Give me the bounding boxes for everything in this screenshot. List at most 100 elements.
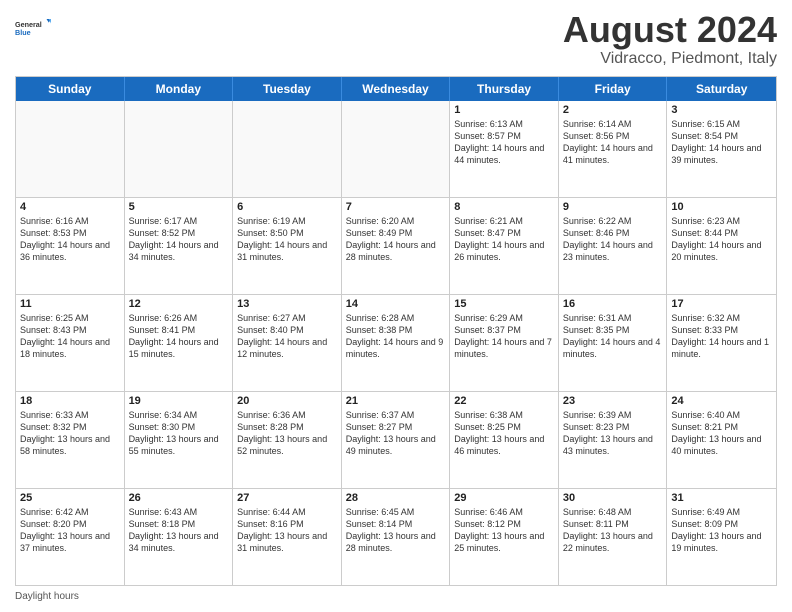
day-number-1: 1 (454, 104, 554, 116)
day-number-7: 7 (346, 201, 446, 213)
header-tuesday: Tuesday (233, 77, 342, 101)
day-number-10: 10 (671, 201, 772, 213)
day-cell-11: 11 Sunrise: 6:25 AM Sunset: 8:43 PM Dayli… (16, 295, 125, 391)
day-info-13: Sunrise: 6:27 AM Sunset: 8:40 PM Dayligh… (237, 312, 337, 361)
day-info-1: Sunrise: 6:13 AM Sunset: 8:57 PM Dayligh… (454, 118, 554, 167)
day-cell-27: 27 Sunrise: 6:44 AM Sunset: 8:16 PM Dayli… (233, 489, 342, 585)
day-info-31: Sunrise: 6:49 AM Sunset: 8:09 PM Dayligh… (671, 506, 772, 555)
header-friday: Friday (559, 77, 668, 101)
day-number-23: 23 (563, 395, 663, 407)
day-info-29: Sunrise: 6:46 AM Sunset: 8:12 PM Dayligh… (454, 506, 554, 555)
day-info-12: Sunrise: 6:26 AM Sunset: 8:41 PM Dayligh… (129, 312, 229, 361)
day-number-3: 3 (671, 104, 772, 116)
day-number-21: 21 (346, 395, 446, 407)
day-info-10: Sunrise: 6:23 AM Sunset: 8:44 PM Dayligh… (671, 215, 772, 264)
day-number-26: 26 (129, 492, 229, 504)
day-info-14: Sunrise: 6:28 AM Sunset: 8:38 PM Dayligh… (346, 312, 446, 361)
day-info-4: Sunrise: 6:16 AM Sunset: 8:53 PM Dayligh… (20, 215, 120, 264)
header-saturday: Saturday (667, 77, 776, 101)
day-cell-4: 4Sunrise: 6:16 AM Sunset: 8:53 PM Daylig… (16, 198, 125, 294)
day-number-29: 29 (454, 492, 554, 504)
day-cell-19: 19 Sunrise: 6:34 AM Sunset: 8:30 PM Dayli… (125, 392, 234, 488)
day-number-14: 14 (346, 298, 446, 310)
page: General Blue August 2024 Vidracco, Piedm… (0, 0, 792, 612)
svg-text:General: General (15, 20, 42, 29)
header: General Blue August 2024 Vidracco, Piedm… (15, 10, 777, 68)
calendar-week-3: 11 Sunrise: 6:25 AM Sunset: 8:43 PM Dayli… (16, 294, 776, 391)
day-cell-9: 9 Sunrise: 6:22 AM Sunset: 8:46 PM Daylig… (559, 198, 668, 294)
day-cell-5: 5Sunrise: 6:17 AM Sunset: 8:52 PM Daylig… (125, 198, 234, 294)
day-info-2: Sunrise: 6:14 AM Sunset: 8:56 PM Dayligh… (563, 118, 663, 167)
day-info-28: Sunrise: 6:45 AM Sunset: 8:14 PM Dayligh… (346, 506, 446, 555)
day-info-5: Sunrise: 6:17 AM Sunset: 8:52 PM Dayligh… (129, 215, 229, 264)
day-info-21: Sunrise: 6:37 AM Sunset: 8:27 PM Dayligh… (346, 409, 446, 458)
day-info-27: Sunrise: 6:44 AM Sunset: 8:16 PM Dayligh… (237, 506, 337, 555)
day-info-25: Sunrise: 6:42 AM Sunset: 8:20 PM Dayligh… (20, 506, 120, 555)
day-info-7: Sunrise: 6:20 AM Sunset: 8:49 PM Dayligh… (346, 215, 446, 264)
day-cell-23: 23 Sunrise: 6:39 AM Sunset: 8:23 PM Dayli… (559, 392, 668, 488)
day-number-19: 19 (129, 395, 229, 407)
day-number-27: 27 (237, 492, 337, 504)
day-cell-14: 14 Sunrise: 6:28 AM Sunset: 8:38 PM Dayli… (342, 295, 451, 391)
day-info-26: Sunrise: 6:43 AM Sunset: 8:18 PM Dayligh… (129, 506, 229, 555)
day-cell-12: 12 Sunrise: 6:26 AM Sunset: 8:41 PM Dayli… (125, 295, 234, 391)
empty-cell-w0-d2 (233, 101, 342, 197)
day-info-16: Sunrise: 6:31 AM Sunset: 8:35 PM Dayligh… (563, 312, 663, 361)
day-cell-22: 22Sunrise: 6:38 AM Sunset: 8:25 PM Dayli… (450, 392, 559, 488)
header-monday: Monday (125, 77, 234, 101)
empty-cell-w0-d0 (16, 101, 125, 197)
day-number-2: 2 (563, 104, 663, 116)
day-number-28: 28 (346, 492, 446, 504)
day-number-11: 11 (20, 298, 120, 310)
calendar-week-5: 25 Sunrise: 6:42 AM Sunset: 8:20 PM Dayli… (16, 488, 776, 585)
day-info-19: Sunrise: 6:34 AM Sunset: 8:30 PM Dayligh… (129, 409, 229, 458)
footer: Daylight hours (15, 591, 777, 602)
logo: General Blue (15, 10, 51, 46)
day-number-24: 24 (671, 395, 772, 407)
day-cell-8: 8 Sunrise: 6:21 AM Sunset: 8:47 PM Daylig… (450, 198, 559, 294)
calendar: Sunday Monday Tuesday Wednesday Thursday… (15, 76, 777, 586)
day-info-18: Sunrise: 6:33 AM Sunset: 8:32 PM Dayligh… (20, 409, 120, 458)
day-info-23: Sunrise: 6:39 AM Sunset: 8:23 PM Dayligh… (563, 409, 663, 458)
day-cell-20: 20 Sunrise: 6:36 AM Sunset: 8:28 PM Dayli… (233, 392, 342, 488)
day-cell-17: 17 Sunrise: 6:32 AM Sunset: 8:33 PM Dayli… (667, 295, 776, 391)
day-cell-6: 6 Sunrise: 6:19 AM Sunset: 8:50 PM Daylig… (233, 198, 342, 294)
main-title: August 2024 (563, 10, 777, 50)
day-cell-31: 31Sunrise: 6:49 AM Sunset: 8:09 PM Dayli… (667, 489, 776, 585)
day-info-11: Sunrise: 6:25 AM Sunset: 8:43 PM Dayligh… (20, 312, 120, 361)
day-info-9: Sunrise: 6:22 AM Sunset: 8:46 PM Dayligh… (563, 215, 663, 264)
calendar-body: 1 Sunrise: 6:13 AM Sunset: 8:57 PM Daylig… (16, 101, 776, 585)
day-number-16: 16 (563, 298, 663, 310)
header-thursday: Thursday (450, 77, 559, 101)
day-number-15: 15 (454, 298, 554, 310)
day-cell-13: 13Sunrise: 6:27 AM Sunset: 8:40 PM Dayli… (233, 295, 342, 391)
day-info-17: Sunrise: 6:32 AM Sunset: 8:33 PM Dayligh… (671, 312, 772, 361)
day-info-6: Sunrise: 6:19 AM Sunset: 8:50 PM Dayligh… (237, 215, 337, 264)
header-wednesday: Wednesday (342, 77, 451, 101)
empty-cell-w0-d1 (125, 101, 234, 197)
empty-cell-w0-d3 (342, 101, 451, 197)
day-number-17: 17 (671, 298, 772, 310)
day-number-20: 20 (237, 395, 337, 407)
day-info-15: Sunrise: 6:29 AM Sunset: 8:37 PM Dayligh… (454, 312, 554, 361)
day-info-20: Sunrise: 6:36 AM Sunset: 8:28 PM Dayligh… (237, 409, 337, 458)
day-number-9: 9 (563, 201, 663, 213)
day-number-30: 30 (563, 492, 663, 504)
day-cell-21: 21 Sunrise: 6:37 AM Sunset: 8:27 PM Dayli… (342, 392, 451, 488)
day-number-12: 12 (129, 298, 229, 310)
day-cell-2: 2 Sunrise: 6:14 AM Sunset: 8:56 PM Daylig… (559, 101, 668, 197)
calendar-week-1: 1 Sunrise: 6:13 AM Sunset: 8:57 PM Daylig… (16, 101, 776, 197)
day-number-6: 6 (237, 201, 337, 213)
day-cell-10: 10 Sunrise: 6:23 AM Sunset: 8:44 PM Dayli… (667, 198, 776, 294)
day-number-18: 18 (20, 395, 120, 407)
day-cell-24: 24Sunrise: 6:40 AM Sunset: 8:21 PM Dayli… (667, 392, 776, 488)
day-number-25: 25 (20, 492, 120, 504)
day-info-8: Sunrise: 6:21 AM Sunset: 8:47 PM Dayligh… (454, 215, 554, 264)
logo-svg: General Blue (15, 10, 51, 46)
day-cell-15: 15 Sunrise: 6:29 AM Sunset: 8:37 PM Dayli… (450, 295, 559, 391)
day-cell-1: 1 Sunrise: 6:13 AM Sunset: 8:57 PM Daylig… (450, 101, 559, 197)
header-sunday: Sunday (16, 77, 125, 101)
day-number-8: 8 (454, 201, 554, 213)
calendar-header: Sunday Monday Tuesday Wednesday Thursday… (16, 77, 776, 101)
day-info-30: Sunrise: 6:48 AM Sunset: 8:11 PM Dayligh… (563, 506, 663, 555)
